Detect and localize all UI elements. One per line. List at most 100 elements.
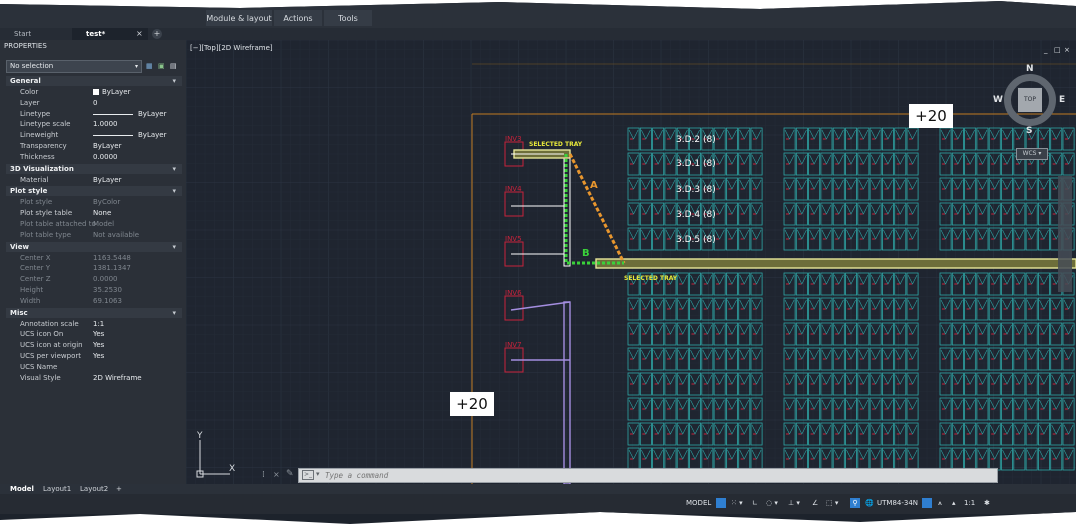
property-row[interactable]: UCS Name bbox=[6, 362, 182, 372]
navigation-bar[interactable] bbox=[1058, 176, 1072, 292]
section-misc[interactable]: Misc ▾ bbox=[6, 307, 182, 318]
vertical-tray-lower[interactable] bbox=[563, 301, 571, 484]
route-a[interactable] bbox=[568, 153, 626, 264]
property-value[interactable]: 1:1 bbox=[93, 319, 104, 329]
command-history-icon[interactable]: >_ bbox=[302, 470, 314, 480]
selected-main-tray[interactable] bbox=[595, 258, 1076, 269]
property-row[interactable]: UCS icon On Yes bbox=[6, 329, 182, 339]
section-general[interactable]: General ▾ bbox=[6, 76, 182, 86]
property-row[interactable]: Color ByLayer bbox=[6, 87, 182, 97]
globe-icon[interactable]: 🌐 bbox=[865, 499, 874, 507]
property-value[interactable]: 1163.5448 bbox=[93, 253, 131, 263]
property-value[interactable]: 0.0000 bbox=[93, 152, 118, 162]
quick-select-icon[interactable]: ▤ bbox=[170, 62, 178, 70]
property-row[interactable]: UCS per viewport Yes bbox=[6, 351, 182, 361]
property-value[interactable]: 1.0000 bbox=[93, 119, 118, 129]
property-row[interactable]: Thickness 0.0000 bbox=[6, 152, 182, 162]
section-3d-visualization[interactable]: 3D Visualization ▾ bbox=[6, 163, 182, 174]
property-value[interactable]: 1381.1347 bbox=[93, 263, 131, 273]
property-row[interactable]: Material ByLayer bbox=[6, 175, 182, 185]
viewcube[interactable]: TOP N S W E WCS ▾ bbox=[992, 62, 1072, 162]
add-layout-button[interactable]: + bbox=[116, 484, 122, 494]
property-row[interactable]: Center Z 0.0000 bbox=[6, 274, 182, 284]
property-value[interactable]: 35.2530 bbox=[93, 285, 122, 295]
customize-command-icon[interactable]: ✎ bbox=[286, 469, 294, 479]
new-tab-button[interactable]: + bbox=[152, 29, 162, 39]
restore-viewport-icon[interactable]: □ bbox=[1054, 46, 1061, 54]
property-row[interactable]: Plot table attached to Model bbox=[6, 219, 182, 229]
close-viewport-icon[interactable]: × bbox=[1064, 46, 1070, 54]
dynamic-input-icon[interactable]: ◌ ▾ bbox=[766, 499, 778, 507]
inverter-4[interactable] bbox=[504, 191, 524, 217]
property-value[interactable]: None bbox=[93, 208, 111, 218]
property-row[interactable]: Annotation scale 1:1 bbox=[6, 319, 182, 329]
auto-scale-icon[interactable]: ⩚ bbox=[938, 499, 942, 508]
object-snap-icon[interactable]: ⬚ ▾ bbox=[826, 499, 838, 507]
property-value[interactable]: Yes bbox=[93, 329, 104, 339]
snap-mode-icon[interactable]: ⁙ ▾ bbox=[731, 499, 743, 507]
annotation-visibility-icon[interactable] bbox=[922, 498, 932, 508]
grid-toggle-icon[interactable] bbox=[716, 498, 726, 508]
inverter-6[interactable] bbox=[504, 295, 524, 321]
tab-layout1[interactable]: Layout1 bbox=[43, 484, 71, 494]
property-row[interactable]: Linetype ByLayer bbox=[6, 109, 182, 119]
property-row[interactable]: Lineweight ByLayer bbox=[6, 130, 182, 140]
property-value[interactable]: ByLayer bbox=[93, 141, 121, 151]
property-value[interactable]: Not available bbox=[93, 230, 139, 240]
drawing-viewport[interactable]: INV3 INV4 INV5 INV6 INV7 Y X SELECTED TR… bbox=[186, 40, 1076, 484]
command-input[interactable] bbox=[325, 470, 925, 481]
property-value[interactable]: Yes bbox=[93, 340, 104, 350]
tab-model[interactable]: Model bbox=[10, 484, 34, 494]
command-line[interactable]: >_ ▾ bbox=[298, 468, 998, 483]
model-space-toggle[interactable]: MODEL bbox=[686, 499, 711, 507]
section-view[interactable]: View ▾ bbox=[6, 241, 182, 252]
property-value[interactable]: ByColor bbox=[93, 197, 120, 207]
property-value[interactable]: 0.0000 bbox=[93, 274, 118, 284]
wcs-menu[interactable]: WCS ▾ bbox=[1016, 148, 1048, 160]
select-objects-icon[interactable]: ▣ bbox=[158, 62, 166, 70]
property-value[interactable]: ByLayer bbox=[138, 109, 166, 119]
property-row[interactable]: Center X 1163.5448 bbox=[6, 253, 182, 263]
compass-east[interactable]: E bbox=[1059, 95, 1065, 105]
compass-north[interactable]: N bbox=[1026, 64, 1034, 74]
tab-layout2[interactable]: Layout2 bbox=[80, 484, 108, 494]
chevron-down-icon[interactable]: ▾ bbox=[316, 470, 320, 478]
property-value[interactable]: ByLayer bbox=[93, 175, 121, 185]
minimize-viewport-icon[interactable]: _ bbox=[1044, 46, 1048, 54]
isodraft-icon[interactable]: ∠ bbox=[812, 499, 818, 507]
coordinate-system[interactable]: UTM84-34N bbox=[877, 499, 918, 507]
property-row[interactable]: Transparency ByLayer bbox=[6, 141, 182, 151]
property-row[interactable]: Center Y 1381.1347 bbox=[6, 263, 182, 273]
ribbon-tab-actions[interactable]: Actions bbox=[274, 10, 322, 26]
property-row[interactable]: Plot table type Not available bbox=[6, 230, 182, 240]
property-row[interactable]: Plot style ByColor bbox=[6, 197, 182, 207]
ortho-mode-icon[interactable]: ⊥ ▾ bbox=[788, 499, 800, 507]
ribbon-tab-tools[interactable]: Tools bbox=[324, 10, 372, 26]
infer-constraints-icon[interactable]: ∟ bbox=[752, 499, 758, 507]
viewcube-top-face[interactable]: TOP bbox=[1018, 88, 1042, 112]
property-row[interactable]: Width 69.1063 bbox=[6, 296, 182, 306]
property-row[interactable]: Visual Style 2D Wireframe bbox=[6, 373, 182, 383]
close-command-line-icon[interactable]: × bbox=[273, 470, 280, 479]
annotation-scale-icon[interactable]: ▴ bbox=[952, 499, 956, 507]
section-plot-style[interactable]: Plot style ▾ bbox=[6, 186, 182, 197]
property-value[interactable]: 69.1063 bbox=[93, 296, 122, 306]
property-row[interactable]: Height 35.2530 bbox=[6, 285, 182, 295]
toggle-pickadd-icon[interactable]: ▦ bbox=[146, 62, 154, 70]
command-line-grip[interactable]: ⁞ bbox=[262, 470, 265, 480]
property-row[interactable]: Linetype scale 1.0000 bbox=[6, 119, 182, 129]
property-value[interactable]: 0 bbox=[93, 98, 97, 108]
property-value[interactable]: ByLayer bbox=[138, 130, 166, 140]
property-value[interactable]: 2D Wireframe bbox=[93, 373, 142, 383]
property-row[interactable]: Layer 0 bbox=[6, 98, 182, 108]
property-value[interactable]: Yes bbox=[93, 351, 104, 361]
property-row[interactable]: Plot style table None bbox=[6, 208, 182, 218]
annotation-scale[interactable]: 1:1 bbox=[964, 499, 975, 507]
close-tab-icon[interactable]: × bbox=[136, 28, 143, 40]
location-pin-icon[interactable]: ⚲ bbox=[850, 498, 860, 508]
settings-icon[interactable]: ✱ bbox=[984, 499, 990, 507]
property-value[interactable]: Model bbox=[93, 219, 114, 229]
viewport-controls-label[interactable]: [−][Top][2D Wireframe] bbox=[190, 44, 273, 52]
tab-start[interactable]: Start bbox=[0, 28, 72, 40]
compass-south[interactable]: S bbox=[1026, 126, 1032, 136]
